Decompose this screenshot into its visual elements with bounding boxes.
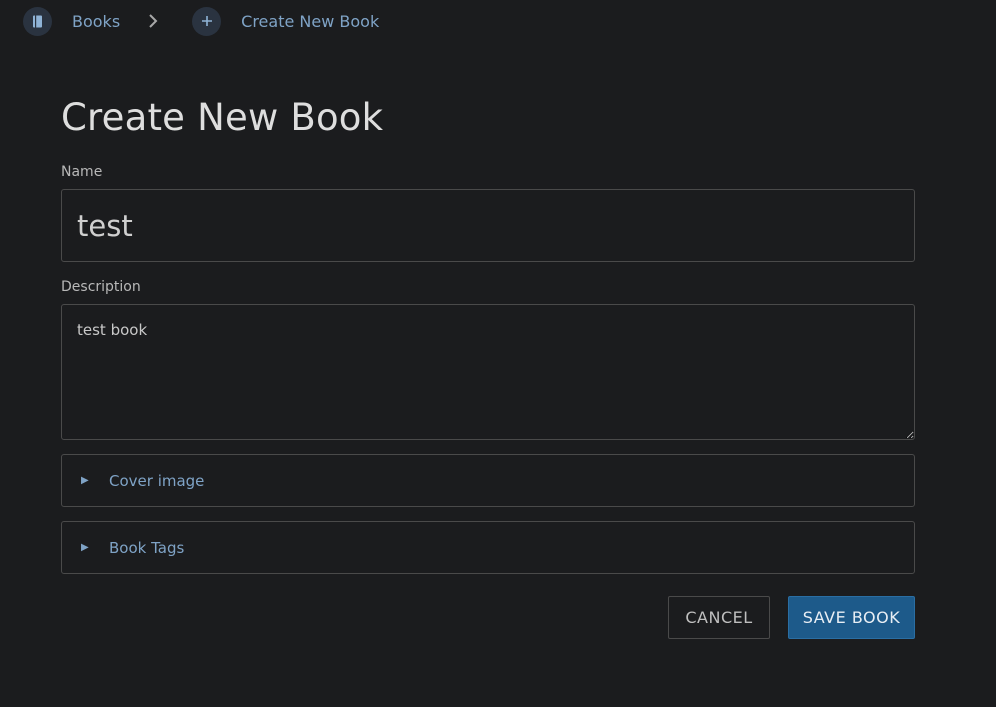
page-title: Create New Book xyxy=(61,96,384,139)
breadcrumb: Books Create New Book xyxy=(23,6,379,36)
breadcrumb-books-link[interactable]: Books xyxy=(72,12,120,31)
cover-image-label: Cover image xyxy=(109,471,205,490)
triangle-right-icon: ▶ xyxy=(81,542,89,553)
cover-image-section[interactable]: ▶ Cover image xyxy=(61,454,915,507)
triangle-right-icon: ▶ xyxy=(81,475,89,486)
book-tags-section[interactable]: ▶ Book Tags xyxy=(61,521,915,574)
description-textarea[interactable]: test book xyxy=(61,304,915,440)
save-book-button[interactable]: SAVE BOOK xyxy=(788,596,915,639)
plus-icon[interactable] xyxy=(192,6,222,36)
name-input[interactable] xyxy=(61,189,915,262)
breadcrumb-create-book-link[interactable]: Create New Book xyxy=(241,12,379,31)
book-tags-label: Book Tags xyxy=(109,538,185,557)
chevron-right-icon xyxy=(148,14,158,28)
book-icon[interactable] xyxy=(23,6,52,36)
cancel-button[interactable]: CANCEL xyxy=(668,596,770,639)
description-label: Description xyxy=(61,279,141,295)
name-label: Name xyxy=(61,164,103,180)
